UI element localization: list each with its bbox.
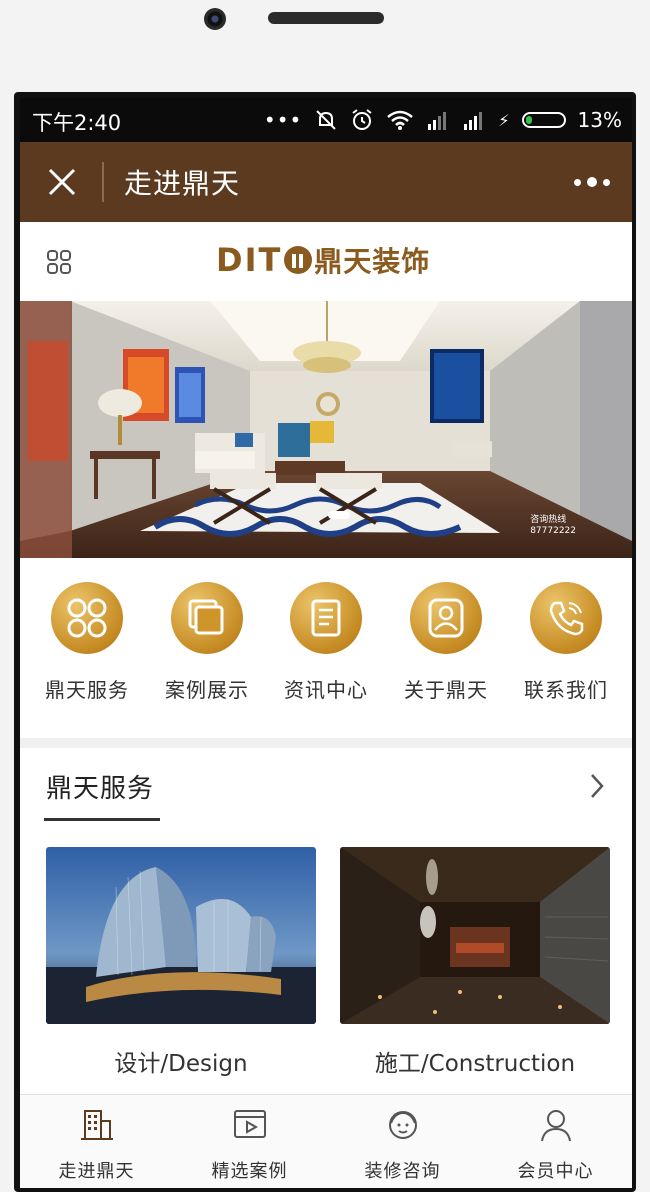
quick-item-label: 鼎天服务: [45, 678, 129, 702]
service-cards: 设计/Design 施工/Construction: [20, 828, 632, 1098]
tab-label: 走进鼎天: [58, 1161, 135, 1182]
service-circle: [51, 582, 123, 654]
front-camera: [204, 8, 226, 30]
brand-logo[interactable]: DIT 鼎天装饰: [216, 240, 430, 280]
earpiece-speaker: [268, 12, 384, 24]
card-label: 设计/Design: [114, 1051, 248, 1077]
phone-screen: 下午2:40 ••• ⚡ 13% 走进鼎天 DIT 鼎天装饰 咨询热线 8777…: [20, 98, 632, 1188]
user-icon: [540, 1110, 571, 1142]
tab-home[interactable]: 走进鼎天: [20, 1107, 173, 1183]
signal-1-icon: [428, 112, 447, 130]
design-card-image: [46, 847, 316, 1024]
quick-item-about[interactable]: 关于鼎天: [386, 582, 506, 703]
grid-menu-icon[interactable]: [46, 249, 72, 275]
status-icons: ••• ⚡ 13%: [264, 106, 622, 134]
section-title: 鼎天服务: [46, 774, 155, 804]
tab-label: 会员中心: [517, 1161, 594, 1182]
modern-building-photo: [46, 847, 316, 1024]
title-divider: [102, 162, 104, 202]
status-bar: 下午2:40 ••• ⚡ 13%: [20, 98, 632, 142]
site-header: DIT 鼎天装饰: [20, 222, 632, 301]
quick-item-label: 联系我们: [524, 678, 608, 702]
quick-item-cases[interactable]: 案例展示: [147, 582, 267, 703]
cases-circle: [171, 582, 243, 654]
mute-icon: [316, 110, 337, 130]
phone-bezel-top: [0, 0, 650, 95]
hotline-label: 咨询热线: [530, 515, 567, 525]
more-notifications-icon: •••: [263, 108, 303, 132]
card-label: 施工/Construction: [374, 1051, 576, 1077]
people-icon: [428, 598, 464, 638]
carousel-indicator[interactable]: [328, 511, 350, 519]
hotline-number: 87772222: [530, 526, 576, 536]
quick-item-contact[interactable]: 联系我们: [506, 582, 626, 703]
consultant-icon: [388, 1111, 417, 1139]
signal-2-icon: [464, 112, 483, 130]
quick-item-label: 关于鼎天: [404, 678, 488, 702]
tab-cases[interactable]: 精选案例: [173, 1107, 326, 1183]
building-icon: [80, 1110, 113, 1140]
tab-member[interactable]: 会员中心: [479, 1107, 632, 1183]
service-card-construction[interactable]: 施工/Construction: [340, 847, 610, 1078]
video-icon: [233, 1110, 266, 1138]
close-icon[interactable]: [46, 166, 78, 198]
tab-label: 精选案例: [211, 1161, 288, 1182]
quick-item-service[interactable]: 鼎天服务: [27, 582, 147, 703]
tab-consult[interactable]: 装修咨询: [326, 1107, 479, 1183]
four-petal-icon: [67, 598, 107, 638]
logo-mark-icon: [284, 246, 313, 274]
service-section-header[interactable]: 鼎天服务: [20, 748, 632, 828]
interior-hall-photo: [340, 847, 610, 1024]
document-icon: [311, 599, 341, 637]
quick-item-label: 资讯中心: [284, 678, 368, 702]
hotline-watermark: 咨询热线 87772222: [530, 515, 576, 537]
more-dot-icon: [603, 178, 610, 186]
more-options-button[interactable]: [574, 174, 610, 190]
news-circle: [290, 582, 362, 654]
stacked-cards-icon: [188, 599, 224, 635]
about-circle: [410, 582, 482, 654]
wifi-icon: [387, 110, 414, 130]
service-card-design[interactable]: 设计/Design: [46, 847, 316, 1078]
more-dot-icon: [587, 177, 597, 187]
quick-item-news[interactable]: 资讯中心: [266, 582, 386, 703]
hero-banner[interactable]: 咨询热线 87772222: [20, 301, 632, 558]
alarm-icon: [352, 109, 372, 130]
logo-latin-text: DIT: [216, 241, 283, 279]
title-bar: 走进鼎天: [20, 142, 632, 222]
battery-icon: [521, 112, 566, 128]
status-time: 下午2:40: [32, 111, 122, 135]
section-divider: [20, 738, 632, 748]
more-dot-icon: [574, 178, 581, 186]
battery-percent: 13%: [577, 108, 622, 132]
quick-menu: 鼎天服务 案例展示 资讯中心 关于鼎天 联系我们: [20, 558, 632, 738]
chevron-right-icon[interactable]: [588, 772, 606, 800]
section-title-underline: [44, 818, 160, 821]
logo-chinese-text: 鼎天装饰: [314, 245, 431, 278]
charging-icon: ⚡: [498, 110, 510, 130]
page-title: 走进鼎天: [124, 167, 241, 200]
contact-circle: [530, 582, 602, 654]
phone-icon: [549, 601, 584, 636]
bottom-tab-bar: 走进鼎天 精选案例 装修咨询 会员中心: [20, 1094, 632, 1188]
tab-label: 装修咨询: [364, 1161, 441, 1182]
quick-item-label: 案例展示: [165, 678, 249, 702]
construction-card-image: [340, 847, 610, 1024]
